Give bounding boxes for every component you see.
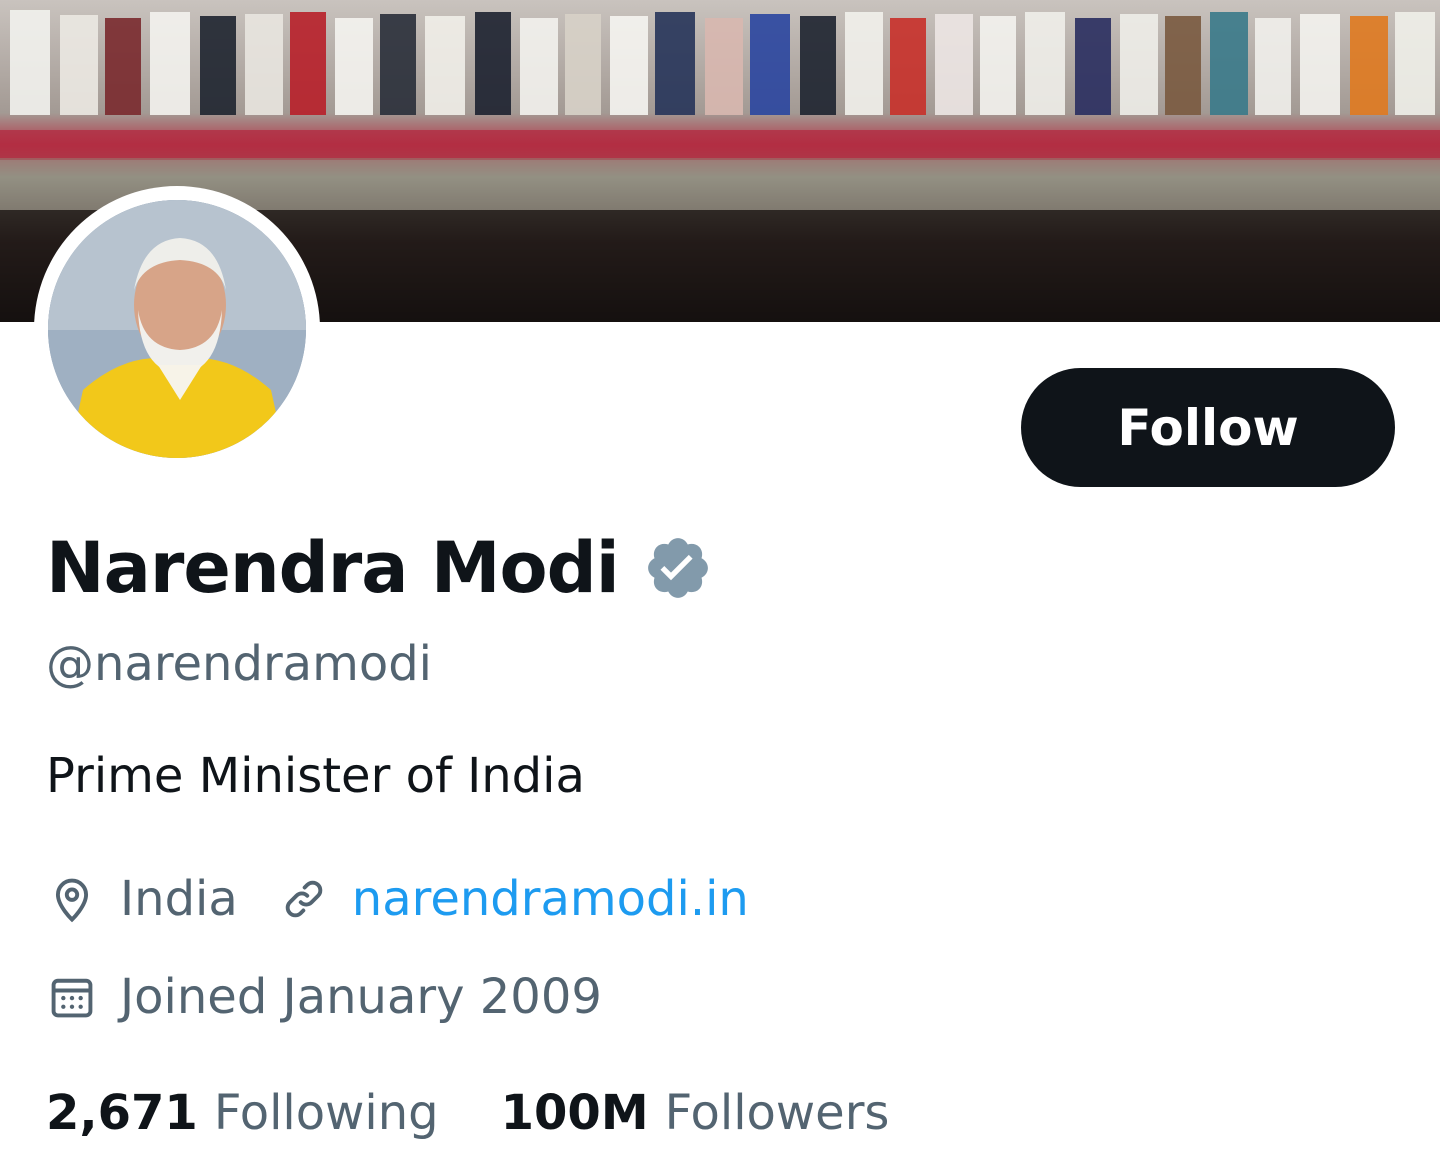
followers-label: Followers [664,1085,890,1141]
profile-joined-date: Joined January 2009 [120,969,602,1025]
followers-count: 100M [500,1085,649,1141]
following-stat-link[interactable]: 2,671 Following [46,1085,439,1141]
link-icon [285,880,323,918]
display-name: Narendra Modi [46,527,620,609]
profile-meta-location-website: India narendramodi.in [46,866,749,932]
profile-avatar[interactable] [34,186,320,472]
followers-stat-link[interactable]: 100M Followers [501,1085,890,1141]
calendar-icon [51,978,93,1018]
profile-page: Follow Narendra Modi @narendramodi Prime… [0,0,1440,1165]
follow-button[interactable]: Follow [1021,368,1395,487]
profile-website-link[interactable]: narendramodi.in [352,871,749,927]
profile-meta-joined: Joined January 2009 [46,964,602,1030]
banner-figures [10,10,1435,115]
verified-badge-icon[interactable] [643,533,713,603]
following-label: Following [213,1085,439,1141]
profile-stats: 2,671 Following 100M Followers [46,1080,889,1146]
following-count: 2,671 [46,1085,198,1141]
avatar-photo [48,200,306,458]
profile-bio: Prime Minister of India [46,748,585,804]
profile-name-row: Narendra Modi [46,522,713,614]
profile-location: India [120,871,238,927]
profile-handle: @narendramodi [46,636,433,692]
location-pin-icon [55,878,89,923]
